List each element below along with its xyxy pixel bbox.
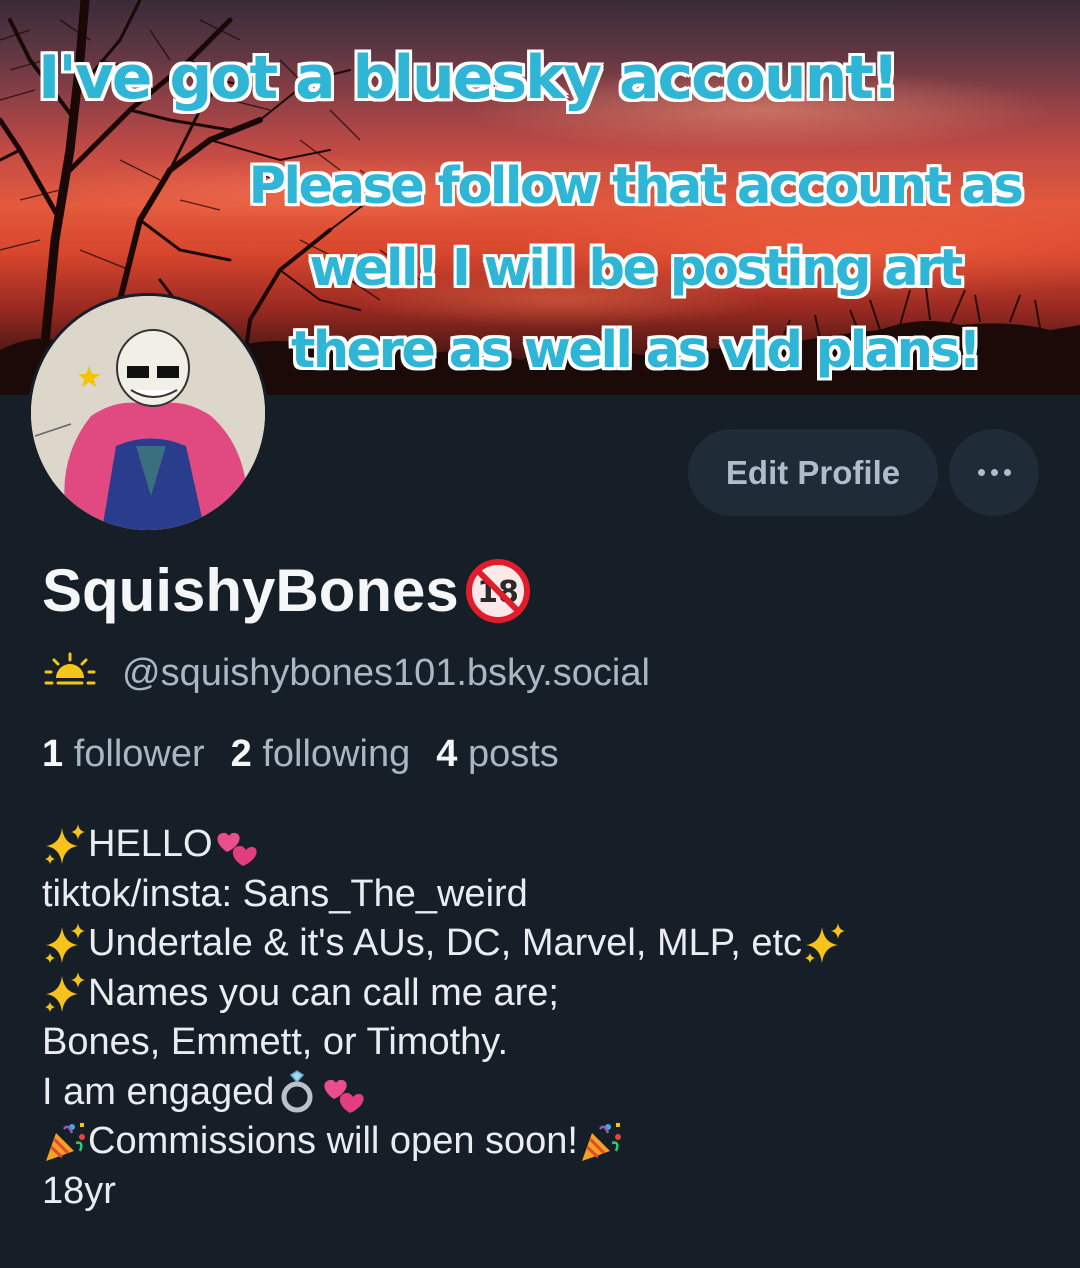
bio-hello: HELLO xyxy=(88,823,213,865)
dot xyxy=(1003,469,1011,476)
posts-stat: 4 posts xyxy=(436,733,559,776)
bio-line: 18yr xyxy=(42,1169,116,1212)
profile-avatar[interactable] xyxy=(28,293,268,533)
followers-stat[interactable]: 1 follower xyxy=(42,733,205,776)
party-popper-icon xyxy=(42,1119,88,1165)
bio-line: Bones, Emmett, or Timothy. xyxy=(42,1021,509,1063)
handle-row: @squishybones101.bsky.social xyxy=(42,650,650,696)
bio-line: Names you can call me are; xyxy=(42,969,1042,1019)
bio-line: I am engaged xyxy=(42,1068,1042,1118)
no-one-under-eighteen-icon: 18 xyxy=(465,558,531,624)
bio-commissions: Commissions will open soon! xyxy=(88,1120,578,1162)
bio-engaged: I am engaged xyxy=(42,1070,275,1113)
sparkles-icon xyxy=(42,921,88,967)
posts-label: posts xyxy=(467,733,559,775)
banner-subtext: Please follow that account as well! I wi… xyxy=(248,157,1024,380)
bio-line: Undertale & it's AUs, DC, Marvel, MLP, e… xyxy=(42,919,1042,969)
banner-headline: I've got a bluesky account! xyxy=(38,43,899,113)
bio-names: Names you can call me are; xyxy=(88,971,559,1014)
ring-icon xyxy=(274,1069,320,1115)
dot xyxy=(977,469,985,476)
following-stat[interactable]: 2 following xyxy=(231,733,411,776)
profile-bio: HELLO tiktok/insta: Sans_The_weird Under… xyxy=(42,820,1042,1216)
bio-line: HELLO xyxy=(42,820,1042,870)
bio-line: Commissions will open soon! xyxy=(42,1117,1042,1167)
following-count: 2 xyxy=(230,733,252,775)
sparkles-icon xyxy=(42,822,88,868)
posts-count: 4 xyxy=(436,733,458,775)
following-label: following xyxy=(262,733,411,775)
dot xyxy=(990,469,998,476)
party-popper-icon xyxy=(578,1119,624,1165)
followers-count: 1 xyxy=(42,733,64,775)
two-hearts-icon xyxy=(213,822,259,868)
bio-line: tiktok/insta: Sans_The_weird xyxy=(42,872,528,915)
more-options-button[interactable] xyxy=(949,429,1039,516)
display-name: SquishyBones 18 xyxy=(42,556,531,625)
bio-fandoms: Undertale & it's AUs, DC, Marvel, MLP, e… xyxy=(88,922,803,964)
display-name-text: SquishyBones xyxy=(42,557,459,624)
sparkles-icon xyxy=(42,970,88,1016)
edit-profile-button[interactable]: Edit Profile xyxy=(688,429,938,516)
sunrise-icon xyxy=(42,650,98,696)
handle-text[interactable]: @squishybones101.bsky.social xyxy=(122,652,650,695)
profile-stats: 1 follower 2 following 4 posts xyxy=(42,733,559,776)
sparkles-icon xyxy=(802,921,848,967)
avatar-drawing xyxy=(31,296,265,530)
two-hearts-icon xyxy=(320,1069,366,1115)
followers-label: follower xyxy=(73,733,205,775)
